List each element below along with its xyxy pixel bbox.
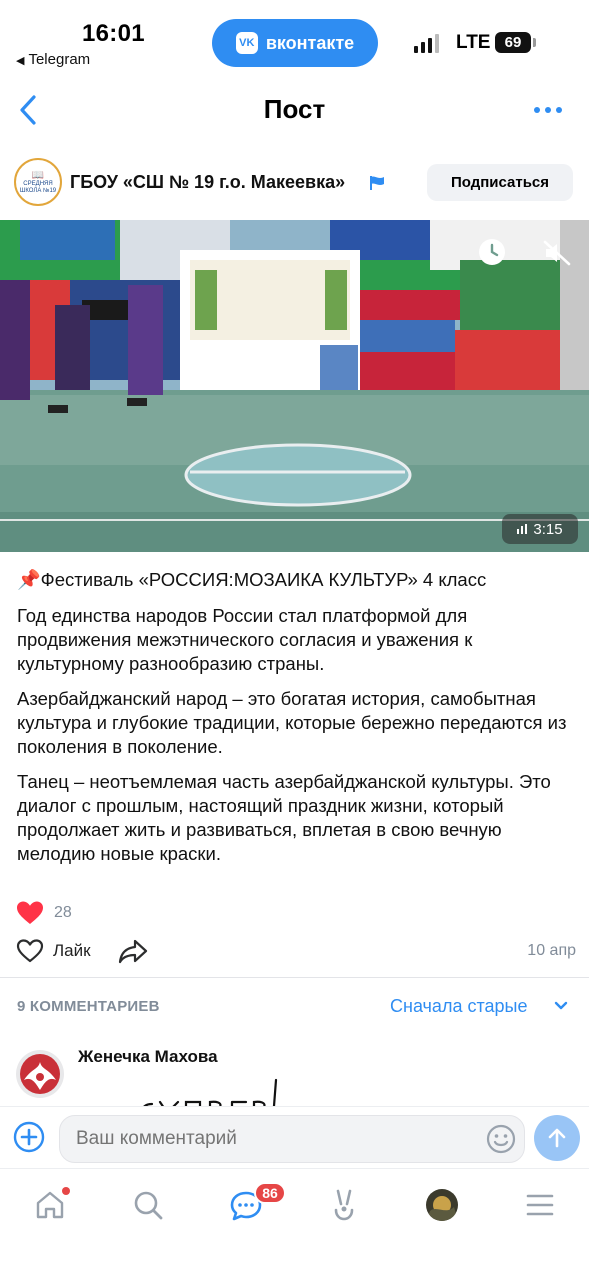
app-pill-label: вконтакте xyxy=(265,32,355,53)
post-header: 📖 СРЕДНЯЯ ШКОЛА №19 ГБОУ «СШ № 19 г.о. М… xyxy=(0,154,589,212)
group-avatar[interactable]: 📖 СРЕДНЯЯ ШКОЛА №19 xyxy=(14,158,62,206)
navigation-bar: Пост xyxy=(0,82,589,138)
group-name[interactable]: ГБОУ «СШ № 19 г.о. Макеевка» xyxy=(70,172,345,193)
mute-icon[interactable] xyxy=(543,240,571,266)
subscribe-button[interactable]: Подписаться xyxy=(427,164,573,201)
reactions-summary[interactable]: 28 xyxy=(16,900,72,926)
arrow-up-icon xyxy=(548,1128,566,1148)
profile-avatar xyxy=(426,1189,458,1221)
vk-logo-icon: VK xyxy=(235,32,258,54)
clips-bunny-icon xyxy=(334,1189,354,1221)
back-triangle-icon: ◀ xyxy=(16,55,25,67)
watch-later-icon[interactable] xyxy=(478,238,506,266)
like-button[interactable]: Лайк xyxy=(53,941,91,961)
page-title: Пост xyxy=(263,94,326,124)
heart-reaction-icon xyxy=(17,901,43,924)
network-type: LTE xyxy=(456,32,491,53)
tab-home[interactable] xyxy=(30,1185,70,1225)
search-icon xyxy=(134,1191,163,1220)
comments-count: 9 КОММЕНТАРИЕВ xyxy=(17,998,160,1015)
video-duration: 3:15 xyxy=(502,514,578,544)
video-player[interactable]: 3:15 xyxy=(0,220,589,552)
comment-item: Женечка Махова xyxy=(0,1040,589,1110)
share-icon[interactable] xyxy=(118,938,148,964)
status-time: 16:01 xyxy=(82,20,145,47)
heart-outline-icon[interactable] xyxy=(16,938,44,964)
post-actions: Лайк 10 апр xyxy=(0,935,589,967)
battery-icon: 69 xyxy=(495,32,531,53)
tab-clips[interactable] xyxy=(324,1185,364,1225)
quality-bars-icon xyxy=(517,524,528,534)
more-dots-icon xyxy=(534,107,540,113)
more-options-button[interactable] xyxy=(530,100,566,120)
post-text: 📌Фестиваль «РОССИЯ:МОЗАИКА КУЛЬТУР» 4 кл… xyxy=(17,568,582,877)
divider xyxy=(0,977,589,978)
post-title: 📌Фестиваль «РОССИЯ:МОЗАИКА КУЛЬТУР» 4 кл… xyxy=(17,568,582,593)
tab-profile[interactable] xyxy=(422,1185,462,1225)
avatar-image xyxy=(16,1050,64,1098)
back-to-app-link[interactable]: ◀ Telegram xyxy=(16,51,90,68)
messages-badge: 86 xyxy=(254,1182,286,1204)
group-avatar-text: СРЕДНЯЯ ШКОЛА №19 xyxy=(19,180,57,194)
video-frame xyxy=(0,220,589,552)
home-notification-dot xyxy=(62,1187,70,1195)
post-paragraph: Азербайджанский народ – это богатая исто… xyxy=(17,688,567,757)
status-bar: 16:01 ◀ Telegram VK вконтакте LTE 69 xyxy=(0,0,589,80)
comment-handwriting-graffiti xyxy=(141,1078,278,1110)
home-icon xyxy=(36,1191,64,1219)
pushpin-icon: 📌 xyxy=(17,570,41,591)
post-title-text: Фестиваль «РОССИЯ:МОЗАИКА КУЛЬТУР» 4 кла… xyxy=(40,569,487,590)
post-paragraph: Год единства народов России стал платфор… xyxy=(17,605,473,674)
back-app-label: Telegram xyxy=(28,51,91,68)
flag-icon xyxy=(370,176,384,190)
app-pill[interactable]: VK вконтакте xyxy=(212,19,378,67)
comment-input-bar xyxy=(0,1106,589,1168)
comment-author-avatar[interactable] xyxy=(16,1050,64,1098)
add-attachment-icon[interactable] xyxy=(13,1121,45,1153)
tab-bar: 86 xyxy=(0,1168,589,1280)
battery-tip xyxy=(533,38,536,47)
chevron-down-icon[interactable] xyxy=(554,1001,568,1011)
send-button[interactable] xyxy=(534,1115,580,1161)
cellular-signal-icon xyxy=(414,33,439,53)
emoji-icon[interactable] xyxy=(486,1124,516,1154)
sort-comments-button[interactable]: Сначала старые xyxy=(390,996,527,1017)
comments-header: 9 КОММЕНТАРИЕВ Сначала старые xyxy=(0,994,589,1020)
post-date: 10 апр xyxy=(527,942,576,959)
reactions-count: 28 xyxy=(54,904,72,921)
book-icon: 📖 xyxy=(31,169,45,181)
post-paragraph: Танец – неотъемлемая часть азербайджанск… xyxy=(17,771,551,864)
comment-input[interactable] xyxy=(59,1115,525,1163)
tab-search[interactable] xyxy=(128,1185,168,1225)
comment-author-name[interactable]: Женечка Махова xyxy=(78,1047,218,1067)
tab-menu[interactable] xyxy=(520,1185,560,1225)
duration-text: 3:15 xyxy=(533,520,563,538)
hamburger-menu-icon xyxy=(526,1194,554,1216)
